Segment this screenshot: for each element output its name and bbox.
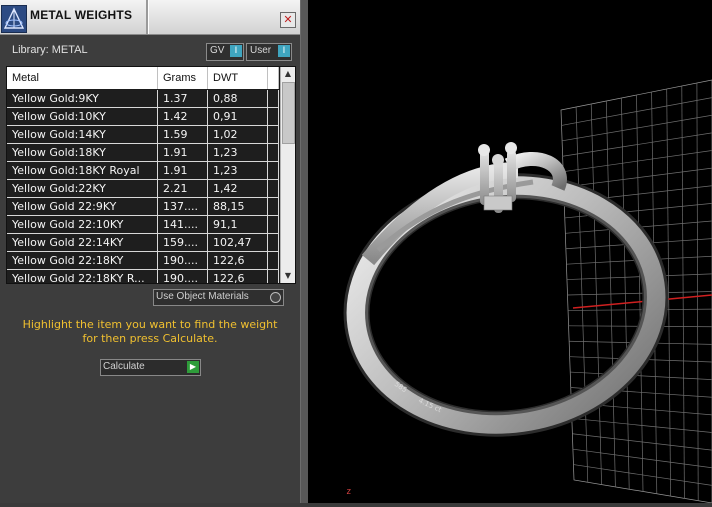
metal-cell: Yellow Gold 22:18KY R... — [7, 270, 158, 284]
table-row[interactable]: Yellow Gold:9KY1.370,88 — [7, 90, 279, 108]
title-bar: METAL WEIGHTS ✕ — [0, 0, 300, 35]
calculate-label: Calculate — [103, 361, 145, 372]
dwt-cell: 1,23 — [208, 162, 268, 179]
instruction-line-2: for then press Calculate. — [10, 332, 290, 346]
play-icon: ▶ — [187, 361, 199, 373]
instruction-line-1: Highlight the item you want to find the … — [10, 318, 290, 332]
panel-title: METAL WEIGHTS — [30, 8, 132, 22]
extra-cell — [268, 162, 279, 179]
z-axis-label: z — [346, 487, 351, 497]
metal-cell: Yellow Gold 22:14KY — [7, 234, 158, 251]
extra-cell — [268, 144, 279, 161]
table-row[interactable]: Yellow Gold 22:18KY190....122,6 — [7, 252, 279, 270]
calculate-button[interactable]: Calculate ▶ — [100, 359, 201, 376]
scroll-down-icon[interactable]: ▼ — [281, 269, 295, 283]
grams-cell: 1.42 — [158, 108, 208, 125]
extra-cell — [268, 90, 279, 107]
metal-cell: Yellow Gold:18KY Royal — [7, 162, 158, 179]
user-switch-icon: I — [278, 45, 290, 57]
dwt-cell: 0,91 — [208, 108, 268, 125]
extra-cell — [268, 180, 279, 197]
use-object-materials-label: Use Object Materials — [156, 291, 249, 302]
grams-cell: 190.... — [158, 252, 208, 269]
gv-toggle[interactable]: GV I — [206, 43, 244, 61]
grams-cell: 1.91 — [158, 162, 208, 179]
extra-cell — [268, 252, 279, 269]
grams-cell: 1.91 — [158, 144, 208, 161]
grams-cell: 141.... — [158, 216, 208, 233]
metal-cell: Yellow Gold 22:10KY — [7, 216, 158, 233]
extra-cell — [268, 108, 279, 125]
grams-cell: 137.... — [158, 198, 208, 215]
gv-switch-icon: I — [230, 45, 242, 57]
extra-cell — [268, 216, 279, 233]
table-body: Yellow Gold:9KY1.370,88Yellow Gold:10KY1… — [7, 90, 279, 284]
grams-cell: 190.... — [158, 270, 208, 284]
table-row[interactable]: Yellow Gold:18KY1.911,23 — [7, 144, 279, 162]
extra-cell — [268, 234, 279, 251]
metal-table: Metal Grams DWT Yellow Gold:9KY1.370,88Y… — [6, 66, 296, 284]
grams-cell: 1.59 — [158, 126, 208, 143]
dwt-cell: 102,47 — [208, 234, 268, 251]
table-row[interactable]: Yellow Gold:10KY1.420,91 — [7, 108, 279, 126]
table-row[interactable]: Yellow Gold:14KY1.591,02 — [7, 126, 279, 144]
grams-cell: 2.21 — [158, 180, 208, 197]
use-object-materials-option[interactable]: Use Object Materials — [153, 289, 284, 306]
gv-toggle-label: GV — [210, 45, 224, 56]
dwt-cell: 122,6 — [208, 270, 268, 284]
extra-cell — [268, 126, 279, 143]
metal-cell: Yellow Gold 22:18KY — [7, 252, 158, 269]
table-scrollbar[interactable]: ▲ ▼ — [280, 67, 295, 283]
grams-cell: 159.... — [158, 234, 208, 251]
ring-render: 585 4.15 ct — [308, 0, 712, 503]
metal-cell: Yellow Gold:18KY — [7, 144, 158, 161]
metal-cell: Yellow Gold 22:9KY — [7, 198, 158, 215]
close-button[interactable]: ✕ — [280, 12, 296, 28]
library-label: Library: METAL — [12, 44, 88, 56]
metal-cell: Yellow Gold:14KY — [7, 126, 158, 143]
table-row[interactable]: Yellow Gold 22:9KY137....88,15 — [7, 198, 279, 216]
radio-icon[interactable] — [270, 292, 281, 303]
user-toggle-label: User — [250, 45, 271, 56]
table-row[interactable]: Yellow Gold:18KY Royal1.911,23 — [7, 162, 279, 180]
scroll-thumb[interactable] — [282, 82, 295, 144]
dwt-cell: 88,15 — [208, 198, 268, 215]
dwt-cell: 1,42 — [208, 180, 268, 197]
metal-weights-panel: METAL WEIGHTS ✕ Library: METAL GV I User… — [0, 0, 300, 503]
close-icon: ✕ — [283, 13, 292, 26]
instruction-text: Highlight the item you want to find the … — [10, 318, 290, 346]
metal-cell: Yellow Gold:9KY — [7, 90, 158, 107]
grams-cell: 1.37 — [158, 90, 208, 107]
table-row[interactable]: Yellow Gold 22:10KY141....91,1 — [7, 216, 279, 234]
extra-cell — [268, 270, 279, 284]
dwt-cell: 1,23 — [208, 144, 268, 161]
extra-cell — [268, 198, 279, 215]
table-row[interactable]: Yellow Gold 22:18KY R...190....122,6 — [7, 270, 279, 284]
table-row[interactable]: Yellow Gold 22:14KY159....102,47 — [7, 234, 279, 252]
ring-head — [478, 142, 517, 213]
column-header-grams[interactable]: Grams — [158, 67, 208, 89]
dwt-cell: 1,02 — [208, 126, 268, 143]
metal-cell: Yellow Gold:10KY — [7, 108, 158, 125]
column-header-dwt[interactable]: DWT — [208, 67, 268, 89]
dwt-cell: 122,6 — [208, 252, 268, 269]
app-logo-icon — [1, 5, 27, 33]
column-header-extra — [268, 67, 279, 89]
scroll-up-icon[interactable]: ▲ — [281, 67, 295, 81]
table-row[interactable]: Yellow Gold:22KY2.211,42 — [7, 180, 279, 198]
user-toggle[interactable]: User I — [246, 43, 292, 61]
dwt-cell: 0,88 — [208, 90, 268, 107]
metal-cell: Yellow Gold:22KY — [7, 180, 158, 197]
table-header: Metal Grams DWT — [7, 67, 279, 89]
3d-viewport[interactable]: 585 4.15 ct z — [308, 0, 712, 503]
column-header-metal[interactable]: Metal — [7, 67, 158, 89]
dwt-cell: 91,1 — [208, 216, 268, 233]
title-separator — [146, 0, 149, 34]
grid — [561, 80, 712, 503]
